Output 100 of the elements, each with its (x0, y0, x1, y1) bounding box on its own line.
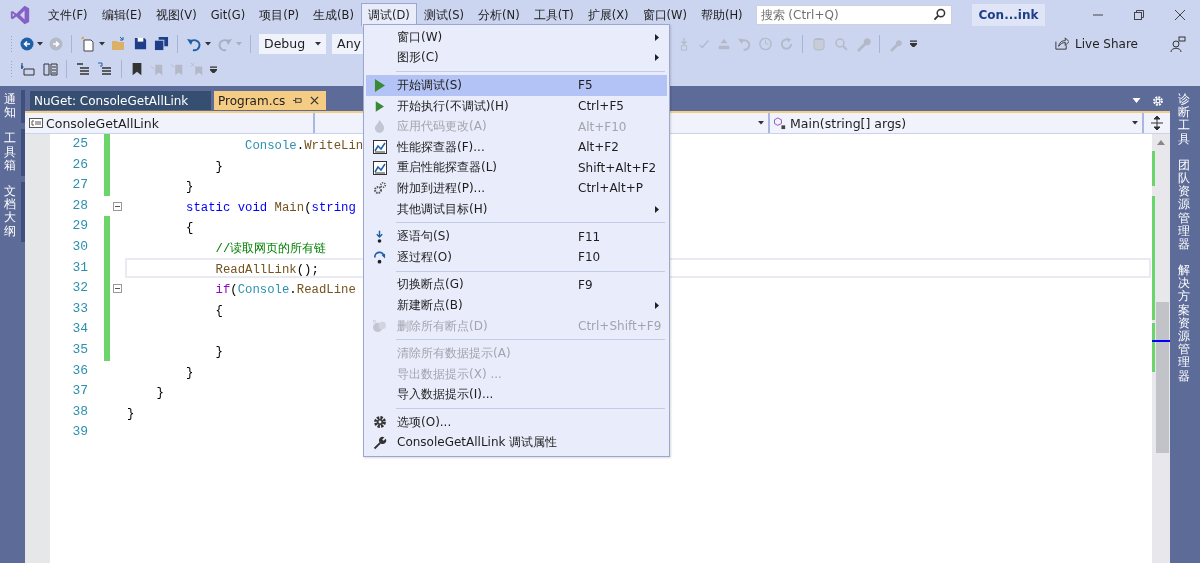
shortcut-text: Alt+F10 (578, 119, 628, 134)
dropdown-caret-icon[interactable] (1132, 98, 1141, 103)
comment-lines-icon[interactable] (75, 61, 91, 77)
code-line: static void Main(string (185, 200, 356, 215)
menu-item[interactable]: 窗口(W) (366, 27, 667, 48)
menu-bar-item[interactable]: 帮助(H) (693, 3, 750, 27)
menu-bar-item[interactable]: 生成(B) (306, 3, 361, 27)
step-over-icon (373, 250, 386, 264)
caret-icon[interactable] (205, 41, 211, 46)
shortcut-text: Shift+Alt+F2 (578, 160, 658, 175)
code-line: //读取网页的所有链 (214, 241, 327, 256)
menu-item[interactable]: 开始执行(不调试)(H) Ctrl+F5 (366, 95, 667, 117)
settings-icon[interactable] (1152, 94, 1164, 107)
method-cube-icon (774, 116, 787, 130)
menu-bar-item[interactable]: 调试(D) (361, 3, 417, 27)
document-tab[interactable]: NuGet: ConsoleGetAllLink (30, 91, 211, 110)
scroll-up-icon[interactable] (1157, 140, 1165, 145)
collapse-icon[interactable] (113, 201, 122, 211)
menu-item[interactable]: ConsoleGetAllLink 调试属性 (366, 432, 667, 454)
menu-item[interactable]: 性能探查器(F)... Alt+F2 (366, 136, 667, 158)
menu-item[interactable]: 其他调试目标(H) (366, 198, 667, 220)
tab-title: NuGet: ConsoleGetAllLink (34, 93, 189, 108)
split-icon[interactable] (1151, 116, 1163, 130)
menu-item[interactable]: 选项(O)... (366, 412, 667, 433)
caret-icon[interactable] (37, 41, 43, 46)
code-line: Console.WriteLin (244, 139, 364, 153)
columns-icon[interactable] (42, 61, 58, 77)
menu-bar-item[interactable]: Git(G) (203, 3, 253, 27)
pin-icon[interactable] (293, 96, 303, 105)
menu-bar-item[interactable]: 工具(T) (526, 3, 581, 27)
save-all-icon[interactable] (154, 36, 169, 51)
line-number: 29 (71, 217, 88, 236)
menu-bar-item[interactable]: 窗口(W) (635, 3, 694, 27)
menu-item[interactable]: 图形(C) (366, 47, 667, 69)
solution-name: Con...ink (971, 4, 1046, 26)
line-number: 31 (71, 258, 88, 277)
shortcut-text: F10 (578, 250, 602, 265)
wrench-icon (372, 436, 387, 450)
menu-item[interactable]: 导入数据提示(I)... (366, 384, 667, 406)
search-icon (932, 8, 946, 21)
menu-bar-item[interactable]: 项目(P) (252, 3, 307, 27)
live-share-button[interactable]: Live Share (1050, 34, 1142, 53)
caret-icon[interactable] (315, 41, 322, 46)
menu-item[interactable]: 重启性能探查器(L) Shift+Alt+F2 (366, 157, 667, 179)
menu-item[interactable]: 新建断点(B) (366, 295, 667, 316)
indent-icon[interactable] (20, 61, 36, 77)
scrollbar[interactable] (1151, 134, 1170, 563)
search-field[interactable]: 搜索 (Ctrl+Q) (755, 5, 952, 25)
code-line: { (185, 221, 194, 236)
play-icon (375, 100, 384, 112)
feedback-person-icon[interactable] (1170, 35, 1186, 52)
menu-item[interactable]: 开始调试(S) F5 (366, 75, 667, 96)
code-line: } (214, 344, 223, 359)
restore-icon[interactable] (1133, 9, 1145, 21)
menu-bar-item[interactable]: 编辑(E) (94, 3, 149, 27)
overflow-icon[interactable] (910, 40, 918, 47)
menu-bar-item[interactable]: 测试(S) (416, 3, 472, 27)
line-number: 36 (71, 361, 88, 380)
class-icon (29, 118, 43, 128)
menu-bar-item[interactable]: 扩展(X) (580, 3, 636, 27)
overflow-icon[interactable] (210, 65, 217, 73)
line-number: 37 (71, 382, 88, 401)
menu-item[interactable]: 切换断点(G) F9 (366, 274, 667, 296)
visual-studio-logo-icon (9, 4, 31, 26)
breakpoints-icon (372, 319, 387, 333)
configuration-dropdown[interactable]: Debug (259, 33, 327, 54)
document-tab[interactable]: Program.cs (214, 91, 327, 110)
code-line: ReadAllLink(); (214, 262, 319, 277)
menu-bar-item[interactable]: 分析(N) (471, 3, 527, 27)
uncomment-lines-icon[interactable] (97, 61, 113, 77)
menu-item[interactable]: 附加到进程(P)... Ctrl+Alt+P (366, 178, 667, 199)
share-icon (1054, 36, 1070, 51)
close-icon[interactable] (1174, 9, 1186, 21)
line-number: 30 (71, 237, 88, 256)
shortcut-text: Ctrl+Shift+F9 (578, 319, 662, 333)
line-number: 33 (71, 299, 88, 318)
code-line: } (127, 406, 135, 421)
shortcut-text: F5 (578, 78, 594, 93)
shortcut-text: F11 (578, 229, 602, 244)
collapse-icon[interactable] (113, 283, 122, 293)
play-icon (374, 79, 385, 92)
caret-icon[interactable] (99, 41, 105, 46)
menu-item[interactable]: 逐过程(O) F10 (366, 246, 667, 268)
settings-icon (372, 415, 387, 430)
menu-bar-item[interactable]: 文件(F) (41, 3, 95, 27)
shortcut-text: Ctrl+F5 (578, 99, 625, 114)
bookmark-icon[interactable] (130, 61, 144, 77)
chart-icon (372, 140, 387, 155)
line-number: 34 (71, 320, 88, 339)
close-icon[interactable] (310, 96, 320, 105)
menu-bar-item[interactable]: 视图(V) (148, 3, 204, 27)
line-number: 27 (71, 176, 88, 195)
save-icon[interactable] (133, 36, 148, 51)
caret-icon (758, 121, 764, 125)
member-name: Main(string[] args) (790, 115, 907, 131)
line-number: 35 (71, 340, 88, 359)
menu-item[interactable]: 逐语句(S) F11 (366, 226, 667, 247)
code-line: } (155, 386, 164, 401)
scrollbar-thumb[interactable] (1156, 302, 1169, 453)
member-dropdown[interactable]: Main(string[] args) (770, 113, 1144, 133)
